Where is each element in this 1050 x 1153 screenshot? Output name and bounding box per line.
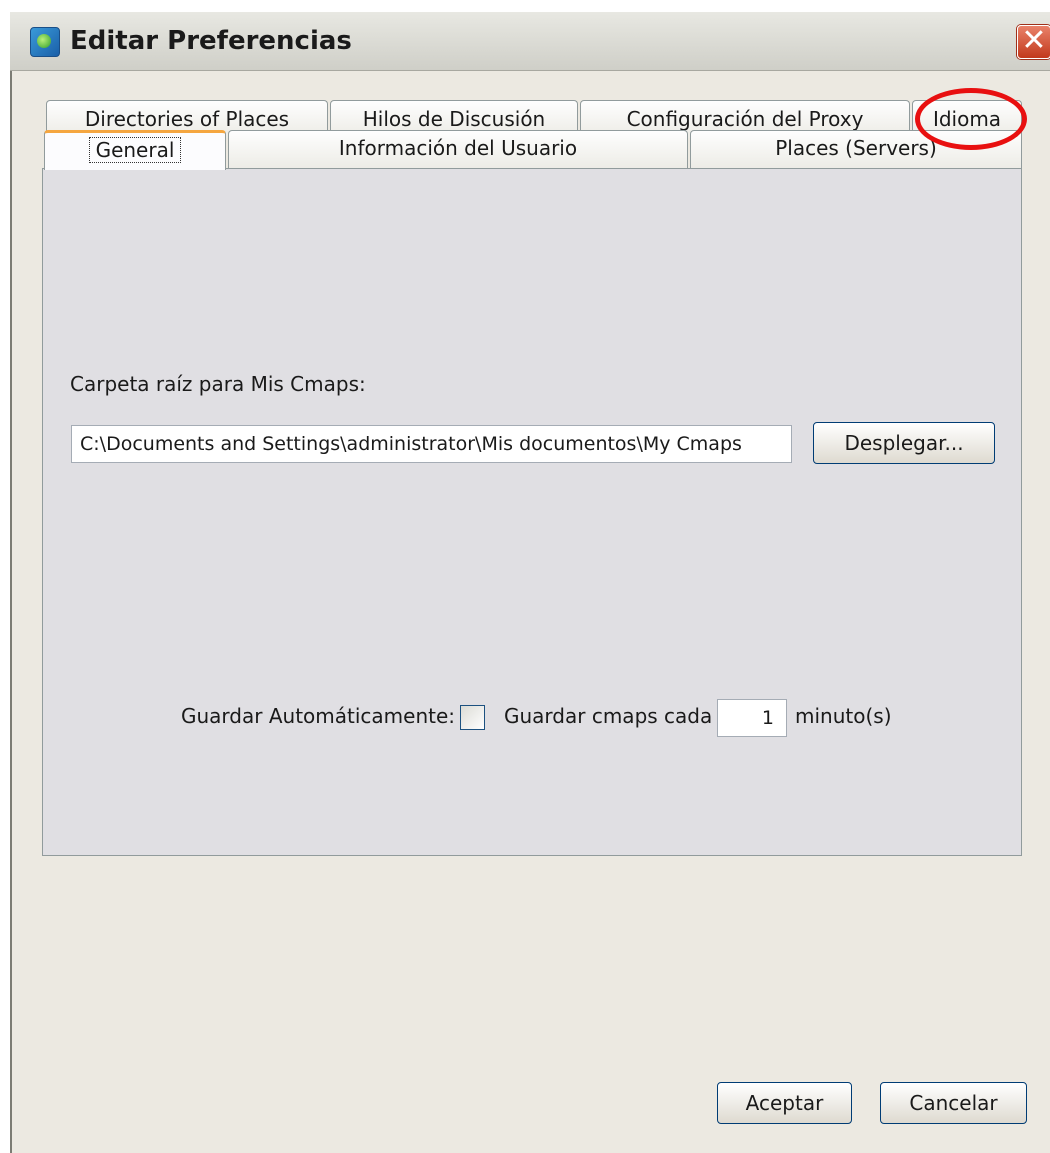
- tab-label: Places (Servers): [775, 136, 937, 160]
- root-folder-input[interactable]: [71, 425, 792, 463]
- cmaptools-app-icon: [30, 27, 60, 57]
- interval-unit-label: minuto(s): [795, 704, 892, 728]
- tab-label: Hilos de Discusión: [362, 107, 546, 131]
- tab-label: General: [88, 137, 182, 163]
- accept-button[interactable]: Aceptar: [717, 1082, 852, 1124]
- root-folder-label: Carpeta raíz para Mis Cmaps:: [70, 372, 366, 396]
- interval-input[interactable]: [717, 699, 787, 737]
- autosave-label: Guardar Automáticamente:: [181, 704, 456, 728]
- close-button[interactable]: ✕: [1017, 25, 1050, 59]
- title-bar[interactable]: Editar Preferencias ✕: [10, 12, 1050, 71]
- tab-general[interactable]: General: [44, 130, 226, 170]
- close-icon: ✕: [1021, 23, 1047, 58]
- autosave-checkbox[interactable]: [460, 705, 485, 730]
- cancel-button[interactable]: Cancelar: [880, 1082, 1027, 1124]
- tab-label: Información del Usuario: [338, 136, 578, 160]
- general-tab-panel: [42, 168, 1022, 856]
- tab-informacion-usuario[interactable]: Información del Usuario: [228, 130, 688, 170]
- highlight-annotation: [915, 88, 1027, 150]
- preferences-dialog: Editar Preferencias ✕ Directories of Pla…: [0, 0, 1050, 1153]
- tab-label: Directories of Places: [84, 107, 290, 131]
- save-every-label: Guardar cmaps cada: [504, 704, 713, 728]
- tab-label: Configuración del Proxy: [626, 107, 864, 131]
- browse-button[interactable]: Desplegar...: [813, 422, 995, 464]
- window-title: Editar Preferencias: [70, 26, 352, 56]
